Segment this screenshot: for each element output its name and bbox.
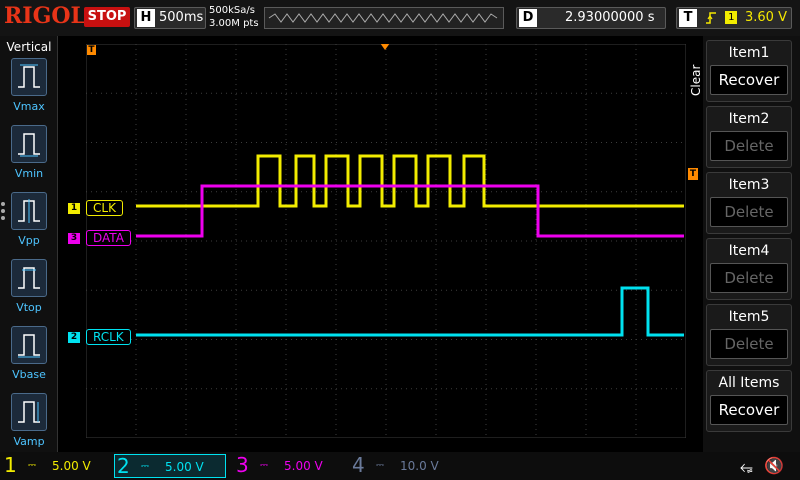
rising-edge-icon xyxy=(706,12,717,24)
memory-overview-strip xyxy=(264,7,504,29)
measure-label: Vmax xyxy=(13,100,45,113)
dc-coupling-icon: ⎓ xyxy=(28,460,36,471)
waveform-display[interactable] xyxy=(86,44,686,438)
measure-vmin-button[interactable]: Vmin xyxy=(6,125,52,191)
measure-vamp-button[interactable]: Vamp xyxy=(6,393,52,459)
timebase-box[interactable]: H 500ms xyxy=(134,7,206,29)
trigger-time-marker-icon: T xyxy=(87,45,96,55)
ch4-scale-box[interactable]: 4 ⎓ 10.0 V xyxy=(350,453,460,478)
measure-label: Vmin xyxy=(14,167,44,180)
measure-vbase-button[interactable]: Vbase xyxy=(6,326,52,392)
measure-label: Vamp xyxy=(13,435,45,448)
brand-logo: RIGOL xyxy=(4,3,86,29)
channel-number: 2 xyxy=(117,454,130,478)
item5-menu: Item5 Delete xyxy=(706,304,792,366)
item3-menu: Item3 Delete xyxy=(706,172,792,234)
measure-label: Vbase xyxy=(12,368,46,381)
vamp-icon xyxy=(11,393,47,431)
item-label: Item5 xyxy=(728,309,770,325)
channel-scale-bar: 1 ⎓ 5.00 V 2 ⎓ 5.00 V 3 ⎓ 5.00 V 4 ⎓ 10.… xyxy=(0,452,800,480)
channel-scale: 10.0 V xyxy=(400,459,439,473)
vpp-icon xyxy=(11,192,47,230)
item-label: All Items xyxy=(718,375,780,391)
dc-coupling-icon: ⎓ xyxy=(141,461,149,472)
delay-value: 2.93000000 s xyxy=(565,10,655,25)
item-label: Item2 xyxy=(728,111,770,127)
ch2-label-tag[interactable]: RCLK xyxy=(86,329,131,345)
sample-rate: 500kSa/s xyxy=(209,5,255,16)
all-items-menu: All Items Recover xyxy=(706,370,792,432)
status-bar: RIGOL STOP H 500ms 500kSa/s 3.00M pts D 2.… xyxy=(0,0,800,36)
dc-coupling-icon: ⎓ xyxy=(376,460,384,471)
item-label: Item4 xyxy=(728,243,770,259)
clear-menu-title: Clear xyxy=(689,64,703,96)
item4-menu: Item4 Delete xyxy=(706,238,792,300)
ch2-offset-marker[interactable]: 2 xyxy=(68,332,80,343)
all-items-recover-button[interactable]: Recover xyxy=(710,395,788,425)
measure-vtop-button[interactable]: Vtop xyxy=(6,259,52,325)
item1-menu: Item1 Recover xyxy=(706,40,792,102)
timebase-value: 500ms xyxy=(159,10,204,25)
measure-label: Vpp xyxy=(18,234,40,247)
timebase-letter: H xyxy=(137,9,155,27)
memory-depth: 3.00M pts xyxy=(209,18,259,29)
vertical-measure-menu: Vertical Vmax Vmin Vpp Vtop Vbase Vamp xyxy=(0,36,58,452)
delay-letter: D xyxy=(519,9,537,27)
item2-delete-button[interactable]: Delete xyxy=(710,131,788,161)
ch2-scale-box[interactable]: 2 ⎓ 5.00 V xyxy=(114,454,226,478)
vmax-icon xyxy=(11,58,47,96)
ch3-label-tag[interactable]: DATA xyxy=(86,230,131,246)
item2-menu: Item2 Delete xyxy=(706,106,792,168)
speaker-muted-icon[interactable]: 🔇 xyxy=(764,456,784,475)
item-label: Item3 xyxy=(728,177,770,193)
item1-recover-button[interactable]: Recover xyxy=(710,65,788,95)
vbase-icon xyxy=(11,326,47,364)
trigger-letter: T xyxy=(679,9,697,27)
usb-icon: ⭂ xyxy=(740,457,753,476)
vmin-icon xyxy=(11,125,47,163)
channel-number: 4 xyxy=(352,453,365,477)
ch1-scale-box[interactable]: 1 ⎓ 5.00 V xyxy=(2,453,102,478)
trigger-level: 3.60 V xyxy=(745,10,787,25)
left-menu-page-dots-icon xyxy=(1,202,5,224)
ch3-scale-box[interactable]: 3 ⎓ 5.00 V xyxy=(234,453,340,478)
dc-coupling-icon: ⎓ xyxy=(260,460,268,471)
ch1-label-tag[interactable]: CLK xyxy=(86,200,123,216)
channel-scale: 5.00 V xyxy=(52,459,91,473)
item5-delete-button[interactable]: Delete xyxy=(710,329,788,359)
measure-vpp-button[interactable]: Vpp xyxy=(6,192,52,258)
measure-vmax-button[interactable]: Vmax xyxy=(6,58,52,124)
ch3-offset-marker[interactable]: 3 xyxy=(68,233,80,244)
channel-number: 1 xyxy=(4,453,17,477)
trigger-level-tag-icon: T xyxy=(688,168,698,180)
delay-box[interactable]: D 2.93000000 s xyxy=(516,7,666,29)
channel-scale: 5.00 V xyxy=(165,460,204,474)
measure-label: Vtop xyxy=(16,301,42,314)
item4-delete-button[interactable]: Delete xyxy=(710,263,788,293)
acquisition-info: 500kSa/s 3.00M pts xyxy=(209,4,259,30)
channel-number: 3 xyxy=(236,453,249,477)
channel-scale: 5.00 V xyxy=(284,459,323,473)
trigger-source-badge: 1 xyxy=(725,11,738,24)
ch1-offset-marker[interactable]: 1 xyxy=(68,203,80,214)
item3-delete-button[interactable]: Delete xyxy=(710,197,788,227)
run-stop-status[interactable]: STOP xyxy=(84,7,130,27)
item-label: Item1 xyxy=(728,45,770,61)
menu-title: Vertical xyxy=(6,40,52,54)
vtop-icon xyxy=(11,259,47,297)
memory-overview-wave-icon xyxy=(268,13,498,23)
